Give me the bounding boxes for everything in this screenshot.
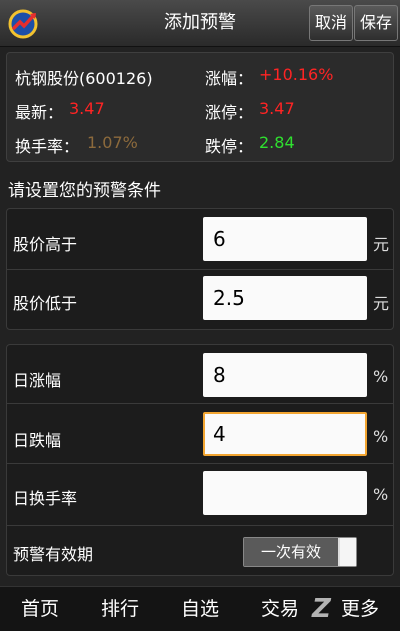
validity-row: 预警有效期 一次有效	[7, 531, 393, 571]
stock-info-panel: 杭钢股份(600126) 涨幅： +10.16% 最新： 3.47 涨停： 3.…	[6, 52, 394, 162]
turnover-label: 换手率：	[15, 137, 80, 156]
title-bar: 添加预警 取消 保存	[0, 0, 400, 47]
divider	[7, 403, 393, 404]
validity-toggle[interactable]: 一次有效	[243, 537, 357, 567]
daily-fall-unit: %	[373, 427, 389, 446]
section-title: 请设置您的预警条件	[8, 181, 161, 201]
limit-down-value: 2.84	[259, 133, 295, 152]
daily-fall-input[interactable]: 4	[203, 412, 367, 456]
daily-turnover-row: 日换手率 %	[7, 469, 393, 519]
daily-fall-row: 日跌幅 4 %	[7, 409, 393, 459]
price-high-input[interactable]: 6	[203, 217, 367, 261]
validity-label: 预警有效期	[13, 545, 94, 564]
price-conditions-panel: 股价高于 6 元 股价低于 2.5 元	[6, 208, 394, 330]
price-low-row: 股价低于 2.5 元	[7, 273, 393, 323]
change-value: +10.16%	[259, 65, 334, 84]
toggle-knob	[340, 538, 356, 566]
latest-value: 3.47	[69, 99, 105, 118]
watermark-logo-icon: Z	[312, 594, 331, 624]
daily-fall-label: 日跌幅	[13, 431, 62, 450]
nav-ranking[interactable]: 排行	[80, 587, 160, 631]
daily-turnover-unit: %	[373, 485, 389, 504]
nav-watchlist[interactable]: 自选	[160, 587, 240, 631]
latest-label: 最新：	[15, 103, 64, 122]
nav-trade[interactable]: 交易	[240, 587, 320, 631]
percent-conditions-panel: 日涨幅 8 % 日跌幅 4 % 日换手率 % 预警有效期 一次有效	[6, 344, 394, 576]
price-low-unit: 元	[373, 294, 390, 313]
limit-up-value: 3.47	[259, 99, 295, 118]
daily-turnover-input[interactable]	[203, 471, 367, 515]
validity-value: 一次有效	[244, 538, 338, 566]
daily-rise-unit: %	[373, 367, 389, 386]
price-high-row: 股价高于 6 元	[7, 215, 393, 265]
limit-up-label: 涨停：	[205, 103, 254, 122]
divider	[7, 463, 393, 464]
nav-home[interactable]: 首页	[0, 587, 80, 631]
stock-name: 杭钢股份(600126)	[15, 69, 153, 88]
change-label: 涨幅：	[205, 69, 254, 88]
price-high-label: 股价高于	[13, 235, 78, 254]
divider	[7, 525, 393, 526]
price-high-unit: 元	[373, 235, 390, 254]
limit-down-label: 跌停：	[205, 137, 254, 156]
cancel-button[interactable]: 取消	[309, 5, 353, 41]
daily-rise-row: 日涨幅 8 %	[7, 351, 393, 401]
daily-rise-input[interactable]: 8	[203, 353, 367, 397]
divider	[7, 269, 393, 270]
price-low-input[interactable]: 2.5	[203, 276, 367, 320]
daily-rise-label: 日涨幅	[13, 371, 62, 390]
turnover-value: 1.07%	[87, 133, 138, 152]
daily-turnover-label: 日换手率	[13, 489, 78, 508]
save-button[interactable]: 保存	[354, 5, 398, 41]
price-low-label: 股价低于	[13, 294, 78, 313]
